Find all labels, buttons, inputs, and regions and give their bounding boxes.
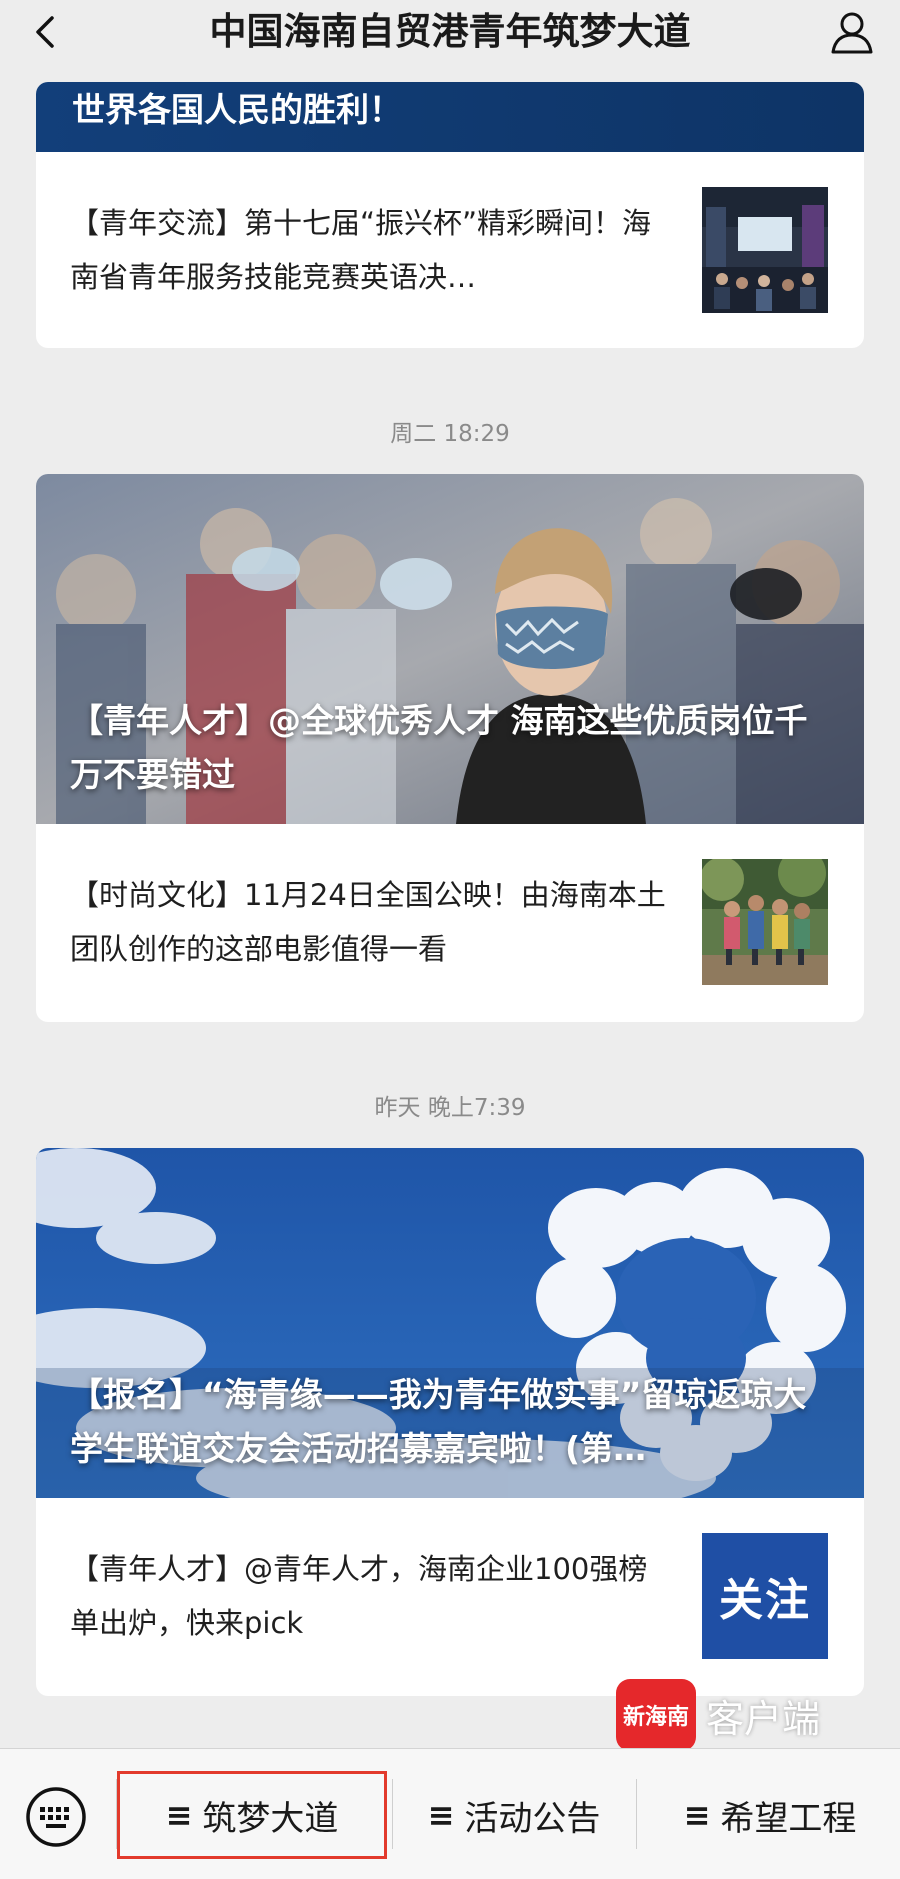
- article-title: 【时尚文化】11月24日全国公映！由海南本土团队创作的这部电影值得一看: [70, 878, 666, 966]
- timestamp: 周二 18:29: [390, 421, 510, 447]
- watermark: 新海南 客户端: [615, 1679, 820, 1751]
- article-thumbnail: [702, 859, 828, 985]
- menu-item-announcements[interactable]: ≡ 活动公告: [394, 1771, 634, 1859]
- list-item[interactable]: 【青年交流】第十七届“振兴杯”精彩瞬间！海南省青年服务技能竞赛英语决…: [36, 152, 864, 348]
- user-icon[interactable]: [828, 8, 876, 56]
- menu-item-label: 活动公告: [464, 1798, 601, 1839]
- article-thumbnail: 关注: [702, 1533, 828, 1659]
- hero-caption: 世界各国人民的胜利！: [72, 90, 402, 129]
- hero-caption: 【报名】“海青缘——我为青年做实事”留琼返琼大学生联谊交友会活动招募嘉宾啦！(第…: [70, 1375, 807, 1468]
- article-title: 【青年交流】第十七届“振兴杯”精彩瞬间！海南省青年服务技能竞赛英语决…: [70, 206, 652, 294]
- menu-icon: ≡: [165, 1796, 193, 1834]
- menu-item-label: 筑梦大道: [202, 1798, 339, 1839]
- timestamp: 昨天 晚上7:39: [374, 1095, 526, 1121]
- article-card[interactable]: 【青年人才】@全球优秀人才 海南这些优质岗位千万不要错过 【时尚文化】11月24…: [36, 474, 864, 1022]
- page-title: 中国海南自贸港青年筑梦大道: [209, 10, 691, 53]
- menu-divider: [392, 1779, 393, 1849]
- article-title: 【青年人才】@青年人才，海南企业100强榜单出炉，快来pick: [70, 1552, 648, 1640]
- menu-item-zhumeng[interactable]: ≡ 筑梦大道: [117, 1771, 387, 1859]
- hero-caption: 【青年人才】@全球优秀人才 海南这些优质岗位千万不要错过: [70, 701, 808, 794]
- menu-item-hope-project[interactable]: ≡ 希望工程: [640, 1771, 900, 1859]
- hero-strip[interactable]: 世界各国人民的胜利！: [36, 82, 864, 152]
- menu-divider: [636, 1779, 637, 1849]
- watermark-text: 客户端: [705, 1696, 820, 1741]
- hero-article[interactable]: 【青年人才】@全球优秀人才 海南这些优质岗位千万不要错过: [36, 474, 864, 824]
- menu-icon: ≡: [427, 1796, 455, 1834]
- follow-label: 关注: [719, 1575, 811, 1626]
- list-item[interactable]: 【时尚文化】11月24日全国公映！由海南本土团队创作的这部电影值得一看: [36, 824, 864, 1020]
- menu-item-label: 希望工程: [720, 1798, 857, 1839]
- menu-icon: ≡: [683, 1796, 711, 1834]
- bottom-menu-bar: ≡ 筑梦大道 ≡ 活动公告 ≡ 希望工程: [0, 1748, 900, 1879]
- keyboard-icon[interactable]: [24, 1785, 88, 1849]
- article-card[interactable]: 【报名】“海青缘——我为青年做实事”留琼返琼大学生联谊交友会活动招募嘉宾啦！(第…: [36, 1148, 864, 1696]
- list-item[interactable]: 【青年人才】@青年人才，海南企业100强榜单出炉，快来pick 关注: [36, 1498, 864, 1694]
- watermark-logo: 新海南: [615, 1679, 696, 1751]
- article-card[interactable]: 世界各国人民的胜利！ 【青年交流】第十七届“振兴杯”精彩瞬间！海南省青年服务技能…: [36, 82, 864, 348]
- top-bar: 中国海南自贸港青年筑梦大道: [0, 0, 900, 66]
- article-thumbnail: [702, 187, 828, 313]
- hero-article[interactable]: 【报名】“海青缘——我为青年做实事”留琼返琼大学生联谊交友会活动招募嘉宾啦！(第…: [36, 1148, 864, 1498]
- back-icon[interactable]: [26, 12, 66, 52]
